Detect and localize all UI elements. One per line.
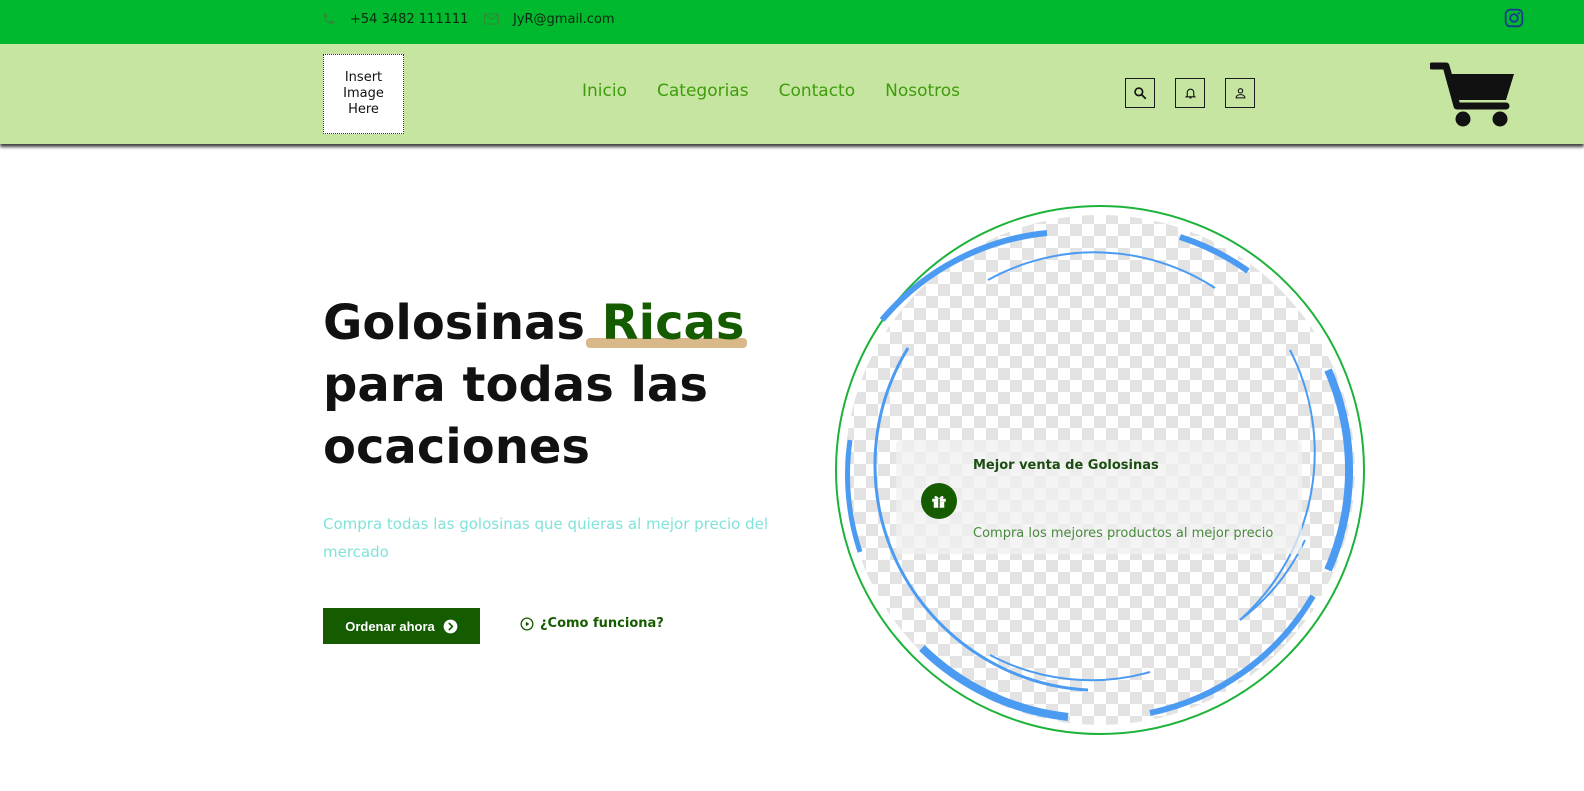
nav-link-nosotros[interactable]: Nosotros	[885, 81, 960, 101]
cart-icon[interactable]	[1430, 60, 1516, 128]
hero-subtitle: Compra todas las golosinas que quieras a…	[323, 515, 769, 561]
email-address: JyR@gmail.com	[513, 11, 615, 27]
chevron-right-circle-icon	[443, 619, 458, 633]
search-icon	[1134, 87, 1147, 100]
notifications-button[interactable]	[1175, 78, 1205, 108]
top-bar: +54 3482 111111 JyR@gmail.com	[0, 0, 1584, 44]
how-it-works-label: ¿Como funciona?	[540, 616, 664, 631]
account-button[interactable]	[1225, 78, 1255, 108]
feature-card-title: Mejor venta de Golosinas	[973, 458, 1159, 473]
phone-icon	[323, 13, 335, 25]
user-icon	[1235, 88, 1245, 99]
logo-placeholder[interactable]: Insert Image Here	[323, 54, 404, 134]
bell-icon	[1184, 88, 1196, 99]
mail-icon	[484, 13, 499, 25]
hero-title-accent: Ricas	[585, 292, 747, 354]
nav-link-contacto[interactable]: Contacto	[779, 81, 856, 101]
phone-number: +54 3482 111111	[350, 11, 469, 27]
gift-icon	[932, 495, 946, 508]
email-contact[interactable]: JyR@gmail.com	[484, 0, 615, 38]
nav-link-inicio[interactable]: Inicio	[582, 81, 627, 101]
play-circle-icon	[520, 617, 534, 630]
order-now-button[interactable]: Ordenar ahora	[323, 608, 480, 644]
phone-contact[interactable]: +54 3482 111111	[322, 0, 468, 38]
main-header: Insert Image Here Inicio Categorias Cont…	[0, 44, 1584, 144]
nav-link-categorias[interactable]: Categorias	[657, 81, 749, 101]
hero-title: Golosinas Ricas para todas las ocaciones	[323, 292, 783, 478]
how-it-works-link[interactable]: ¿Como funciona?	[520, 616, 664, 631]
feature-card-icon	[921, 483, 957, 519]
main-nav: Inicio Categorias Contacto Nosotros	[582, 81, 960, 101]
order-now-label: Ordenar ahora	[345, 618, 435, 634]
search-button[interactable]	[1125, 78, 1155, 108]
hero-title-part1: Golosinas	[323, 295, 602, 351]
hero-title-part2: para todas las ocaciones	[323, 357, 708, 475]
instagram-icon[interactable]	[1504, 8, 1524, 28]
feature-card-description: Compra los mejores productos al mejor pr…	[973, 526, 1274, 541]
